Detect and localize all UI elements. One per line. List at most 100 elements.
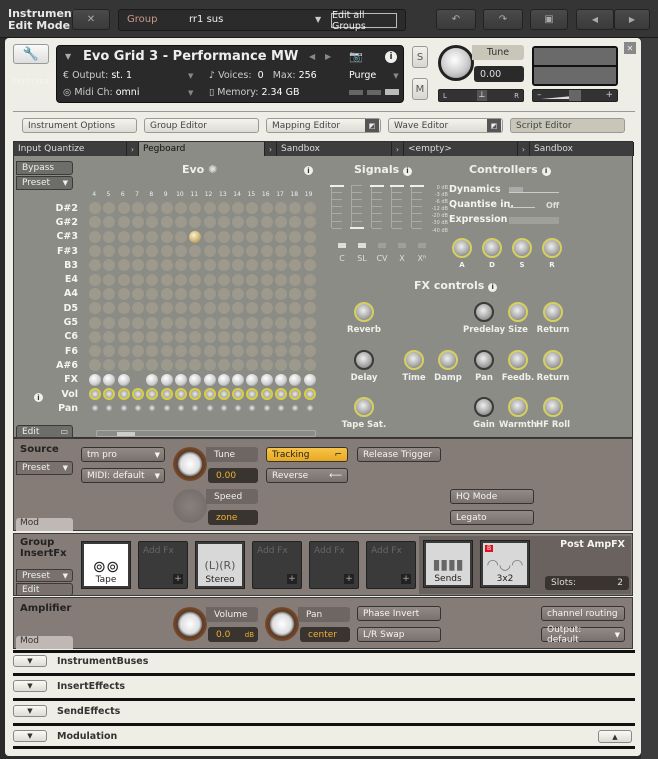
grid-cell[interactable] [159,401,173,415]
peg[interactable] [160,316,173,329]
volume-knob[interactable] [89,388,102,401]
grid-cell[interactable] [302,215,316,229]
fx-slot-sends[interactable]: ▮▮▮▮ Sends [423,540,473,588]
meter-handle[interactable] [410,185,424,187]
peg[interactable] [146,316,159,329]
script-editor-button[interactable]: Script Editor [510,118,625,133]
pan-knob[interactable] [162,404,171,413]
fx-toggle[interactable] [89,373,102,386]
volume-slider[interactable]: – + [532,89,618,102]
grid-cell[interactable] [231,330,245,344]
fx-toggle[interactable] [289,373,302,386]
grid-cell[interactable] [117,201,131,215]
grid-cell[interactable] [231,273,245,287]
grid-cell[interactable] [102,201,116,215]
grid-cell[interactable] [217,330,231,344]
tab-arrow[interactable]: › [127,142,139,156]
grid-cell[interactable] [202,344,216,358]
peg[interactable] [275,302,287,315]
peg[interactable] [217,316,230,329]
peg[interactable] [117,273,130,286]
grid-cell[interactable] [159,301,173,315]
volume-knob[interactable] [160,388,173,401]
peg[interactable] [132,230,145,243]
grid-cell[interactable] [245,215,259,229]
peg[interactable] [146,359,159,372]
grid-cell[interactable] [145,344,159,358]
peg[interactable] [174,287,187,300]
peg[interactable] [160,330,173,343]
grid-cell[interactable] [217,287,231,301]
peg[interactable] [232,273,245,286]
peg[interactable] [203,287,216,300]
info-icon[interactable]: i [541,166,551,176]
grid-cell[interactable] [231,387,245,401]
insert-fx-preset-menu[interactable]: Preset ▼ [16,569,73,582]
peg[interactable] [203,245,216,258]
dynamics-slider[interactable] [509,187,559,193]
peg[interactable] [146,245,159,258]
peg[interactable] [303,345,316,358]
pan-knob[interactable] [262,404,271,413]
peg[interactable] [232,316,245,329]
fx-toggle[interactable] [203,373,216,386]
fx-slot-stereo[interactable]: (L)(R) Stereo [195,541,245,589]
grid-cell[interactable] [145,273,159,287]
grid-cell[interactable] [231,215,245,229]
grid-cell[interactable] [145,301,159,315]
modulation-section[interactable]: ▼ Modulation [13,728,635,744]
peg[interactable] [160,230,173,243]
grid-cell[interactable] [88,301,102,315]
peg[interactable] [132,316,145,329]
grid-cell[interactable] [102,330,116,344]
grid-cell[interactable] [188,358,202,372]
external-window-icon[interactable]: ◩ [487,119,501,132]
grid-cell[interactable] [260,387,274,401]
peg[interactable] [217,259,230,272]
grid-cell[interactable] [260,273,274,287]
grid-cell[interactable] [302,316,316,330]
pan-knob[interactable] [91,404,100,413]
signal-channel[interactable]: X [392,243,412,263]
grid-cell[interactable] [288,330,302,344]
grid-cell[interactable] [159,358,173,372]
grid-cell[interactable] [131,387,145,401]
source-preset-menu[interactable]: Preset ▼ [16,461,73,475]
right-scroll-area[interactable] [641,38,658,759]
tab-sandbox-2[interactable]: Sandbox [530,142,634,156]
grid-cell[interactable] [245,373,259,387]
peg[interactable] [246,273,259,286]
peg[interactable] [174,245,187,258]
volume-value[interactable]: 0.0 dB [208,627,258,642]
peg[interactable] [246,330,259,343]
grid-cell[interactable] [174,373,188,387]
grid-cell[interactable] [188,258,202,272]
peg[interactable] [146,230,159,243]
peg[interactable] [275,345,287,358]
peg[interactable] [303,359,316,372]
grid-scrollbar[interactable] [96,430,316,437]
volume-knob[interactable] [117,388,130,401]
peg[interactable] [232,259,245,272]
grid-cell[interactable] [131,330,145,344]
peg[interactable] [203,345,216,358]
grid-cell[interactable] [217,373,231,387]
grid-cell[interactable] [174,215,188,229]
volume-handle[interactable] [569,90,581,101]
peg[interactable] [303,216,316,229]
grid-cell[interactable] [245,401,259,415]
script-preset-menu[interactable]: Preset ▼ [16,176,73,190]
peg[interactable] [303,302,316,315]
signal-channel[interactable]: C [332,243,352,263]
knob[interactable] [354,397,374,417]
fx-toggle[interactable] [246,373,259,386]
grid-cell[interactable] [217,273,231,287]
grid-cell[interactable] [102,244,116,258]
pan-knob[interactable] [176,404,185,413]
grid-cell[interactable] [231,201,245,215]
fx-toggle[interactable] [275,373,287,386]
grid-cell[interactable] [288,316,302,330]
adsr-a-knob[interactable]: A [452,238,472,269]
peg[interactable] [217,345,230,358]
grid-cell[interactable] [117,344,131,358]
